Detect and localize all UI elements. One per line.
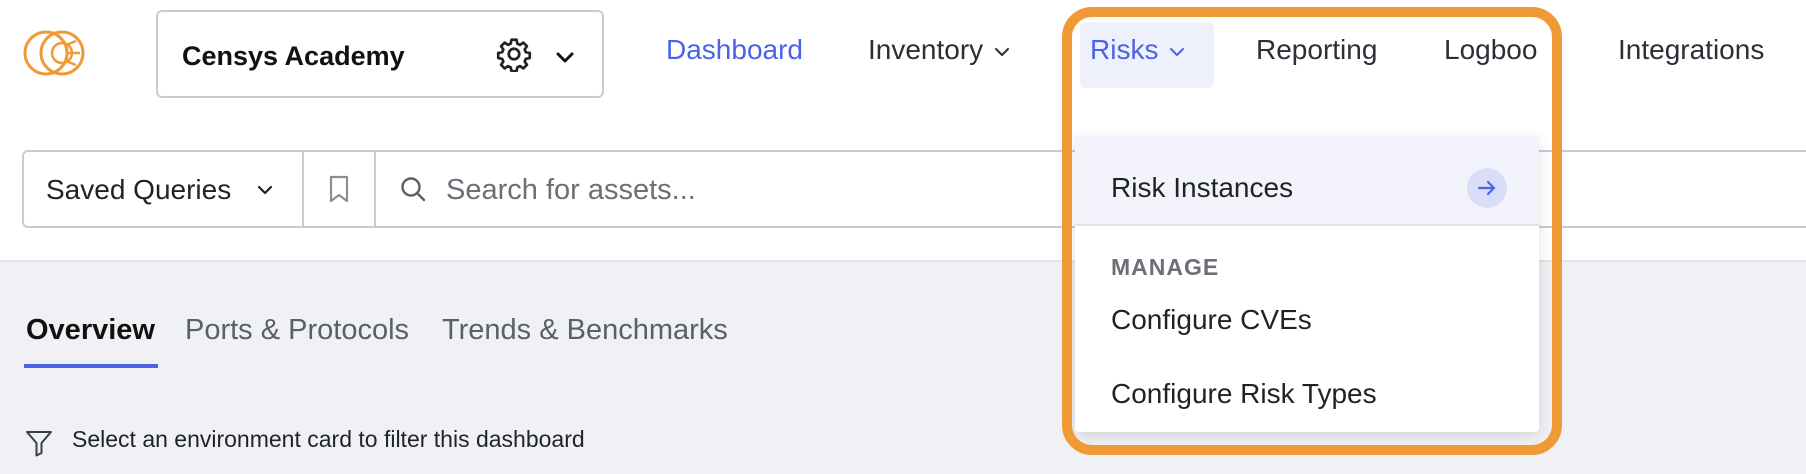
tab-active-indicator bbox=[24, 364, 158, 368]
saved-queries-label: Saved Queries bbox=[46, 174, 232, 205]
search-input[interactable] bbox=[444, 164, 1088, 216]
search-icon bbox=[401, 177, 426, 202]
chevron-down-icon bbox=[995, 47, 1010, 56]
logo-icon[interactable] bbox=[22, 22, 94, 84]
bookmark-icon bbox=[329, 175, 349, 203]
tab-ports-protocols[interactable]: Ports & Protocols bbox=[185, 314, 409, 347]
highlight-box bbox=[1062, 7, 1562, 455]
gear-icon[interactable] bbox=[496, 36, 532, 72]
filter-hint-text: Select an environment card to filter thi… bbox=[72, 426, 585, 452]
nav-integrations[interactable]: Integrations bbox=[1618, 34, 1764, 66]
chevron-down-icon bbox=[257, 185, 273, 195]
saved-queries-dropdown[interactable]: Saved Queries bbox=[24, 152, 304, 226]
nav-inventory[interactable]: Inventory bbox=[868, 34, 1011, 66]
nav-dashboard[interactable]: Dashboard bbox=[666, 34, 803, 66]
chevron-down-icon[interactable] bbox=[554, 46, 576, 68]
workspace-name: Censys Academy bbox=[182, 41, 405, 71]
workspace-selector[interactable]: Censys Academy bbox=[156, 10, 604, 98]
tab-overview[interactable]: Overview bbox=[26, 314, 155, 347]
filter-icon bbox=[26, 431, 52, 457]
dashboard-tabs: Overview Ports & Protocols Trends & Benc… bbox=[0, 300, 900, 370]
nav-inventory-label: Inventory bbox=[868, 34, 984, 65]
bookmark-button[interactable] bbox=[304, 152, 376, 226]
tab-trends-benchmarks[interactable]: Trends & Benchmarks bbox=[442, 314, 728, 347]
